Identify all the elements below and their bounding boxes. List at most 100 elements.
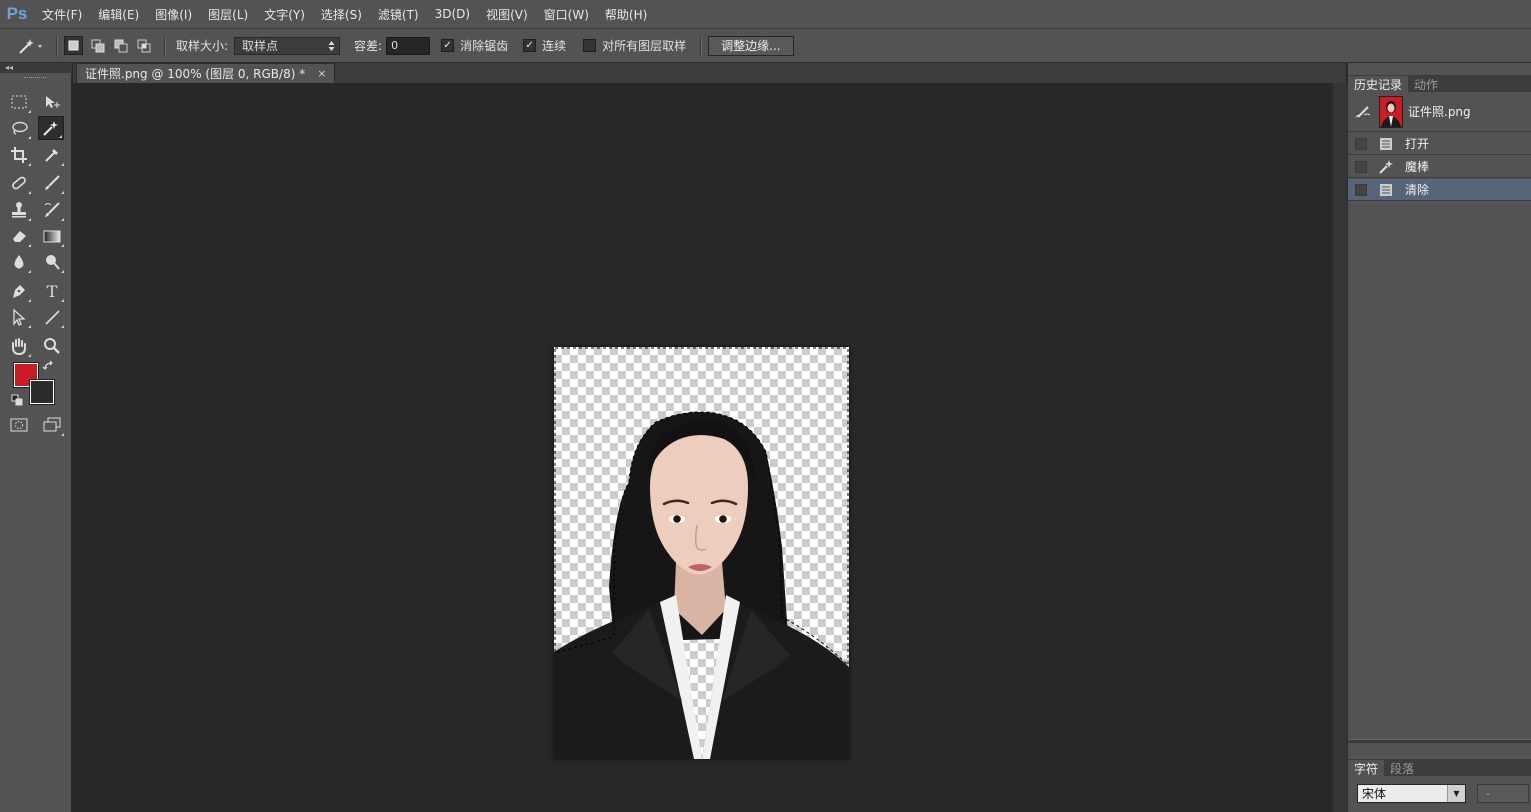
photoshop-logo: Ps [6, 4, 28, 23]
menu-select[interactable]: 选择(S) [313, 6, 370, 23]
history-step[interactable]: 打开 [1348, 133, 1531, 155]
drop-icon [14, 255, 24, 269]
menu-filter[interactable]: 滤镜(T) [370, 6, 427, 23]
clone-stamp-tool[interactable] [6, 198, 32, 222]
magic-wand-icon [19, 38, 42, 54]
tab-actions[interactable]: 动作 [1408, 76, 1444, 92]
anti-alias-label: 消除锯齿 [460, 39, 509, 53]
pen-icon [13, 285, 25, 298]
default-colors-icon [11, 394, 23, 406]
line-tool[interactable] [39, 305, 65, 329]
tolerance-input[interactable]: 0 [386, 36, 431, 55]
add-to-selection-button[interactable] [89, 37, 106, 54]
healing-brush-tool[interactable] [6, 171, 32, 195]
stamp-icon [12, 202, 26, 218]
toolbox: T [0, 73, 72, 812]
new-selection-button[interactable] [64, 36, 83, 55]
portrait-photo [554, 347, 849, 759]
right-panel-dock: 历史记录 动作 证件照.png 打开 魔棒 清除 字符 段落 宋体 ▼ - [1347, 63, 1531, 812]
type-icon: T [46, 281, 58, 301]
document-canvas[interactable] [554, 347, 849, 759]
document-tab[interactable]: 证件照.png @ 100% (图层 0, RGB/8) * × [76, 63, 336, 83]
hand-tool[interactable] [6, 334, 32, 358]
default-colors-button[interactable] [10, 393, 24, 407]
menu-view[interactable]: 视图(V) [478, 6, 536, 23]
zoom-tool[interactable] [39, 334, 65, 358]
history-source-checkbox[interactable] [1355, 137, 1367, 150]
refine-edge-button[interactable]: 调整边缘... [708, 35, 794, 56]
intersect-selection-button[interactable] [135, 37, 152, 54]
path-selection-tool[interactable] [6, 305, 32, 329]
menu-file[interactable]: 文件(F) [34, 6, 90, 23]
gradient-icon [43, 230, 61, 243]
sample-all-layers-checkbox[interactable] [583, 39, 597, 52]
menu-3d[interactable]: 3D(D) [427, 7, 478, 21]
quick-mask-button[interactable] [6, 413, 32, 437]
brush-tool[interactable] [39, 171, 65, 195]
history-source-checkbox[interactable] [1355, 183, 1367, 196]
tab-character[interactable]: 字符 [1348, 760, 1385, 776]
type-tool[interactable]: T [39, 279, 65, 303]
hand-icon [12, 338, 26, 355]
panel-divider[interactable] [1348, 739, 1531, 743]
tolerance-label: 容差: [354, 39, 383, 53]
vertical-scrollbar[interactable] [1332, 83, 1347, 812]
menu-image[interactable]: 图像(I) [147, 6, 200, 23]
marquee-tool[interactable] [6, 90, 32, 114]
font-family-select[interactable]: 宋体 ▼ [1357, 783, 1466, 803]
sample-size-select[interactable]: 取样点 [234, 36, 341, 55]
gradient-tool[interactable] [39, 224, 65, 248]
new-selection-icon [68, 40, 79, 51]
background-color-swatch[interactable] [30, 380, 54, 404]
anti-alias-checkbox[interactable]: ✓ [441, 39, 455, 52]
separator [700, 34, 703, 57]
move-icon [46, 96, 60, 108]
screen-mode-button[interactable] [39, 413, 65, 437]
subtract-from-selection-button[interactable] [112, 37, 129, 54]
close-icon[interactable]: × [317, 67, 326, 80]
menu-type[interactable]: 文字(Y) [256, 6, 313, 23]
contiguous-checkbox[interactable]: ✓ [523, 39, 537, 52]
history-source-checkbox[interactable] [1355, 160, 1367, 173]
crop-tool[interactable] [6, 143, 32, 167]
eyedropper-tool[interactable] [39, 143, 65, 167]
line-icon [45, 310, 60, 325]
menu-help[interactable]: 帮助(H) [597, 6, 655, 23]
chevron-down-icon[interactable]: ▼ [1447, 784, 1465, 802]
tool-preset-picker[interactable] [12, 34, 50, 58]
toolbox-collapse[interactable]: ◂◂ [0, 63, 72, 73]
history-step[interactable]: 魔棒 [1348, 156, 1531, 178]
history-step-label: 打开 [1405, 137, 1430, 151]
history-brush-tool[interactable] [39, 198, 65, 222]
magic-wand-tool[interactable] [38, 116, 64, 140]
menu-layer[interactable]: 图层(L) [200, 6, 256, 23]
history-brush-icon [44, 202, 60, 217]
magic-wand-icon [43, 121, 58, 136]
swap-colors-button[interactable] [40, 359, 58, 373]
tab-history[interactable]: 历史记录 [1348, 76, 1409, 92]
updown-arrow-icon [328, 40, 335, 51]
eraser-tool[interactable] [6, 224, 32, 248]
toolbox-grip[interactable] [24, 77, 46, 80]
history-step[interactable]: 清除 [1348, 179, 1531, 201]
history-panel-body [1348, 203, 1531, 738]
tab-paragraph[interactable]: 段落 [1384, 760, 1420, 776]
dodge-tool[interactable] [39, 250, 65, 274]
font-style-select[interactable]: - [1477, 783, 1529, 803]
document-tab-bar: 证件照.png @ 100% (图层 0, RGB/8) * × [73, 63, 1346, 83]
history-snapshot[interactable]: 证件照.png [1348, 92, 1531, 132]
blur-tool[interactable] [6, 250, 32, 274]
swap-arrows-icon [42, 360, 53, 370]
menu-window[interactable]: 窗口(W) [536, 6, 597, 23]
history-brush-source-icon [1355, 105, 1371, 118]
options-bar: 取样大小: 取样点 容差: 0 ✓ 消除锯齿 ✓ 连续 对所有图层取样 调整边缘… [0, 29, 1531, 63]
document-icon [1378, 136, 1394, 152]
document-icon [1378, 182, 1394, 198]
intersect-selection-icon [137, 39, 150, 52]
character-panel-tabs: 字符 段落 [1348, 759, 1531, 776]
font-row: 宋体 ▼ - [1348, 782, 1531, 804]
pen-tool[interactable] [6, 279, 32, 303]
lasso-tool[interactable] [6, 116, 32, 140]
menu-edit[interactable]: 编辑(E) [90, 6, 147, 23]
move-tool[interactable] [39, 90, 65, 114]
